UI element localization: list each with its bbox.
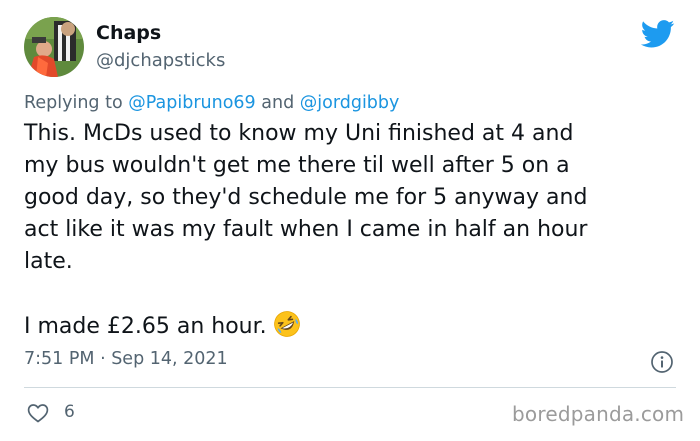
mention-link-1[interactable]: @Papibruno69 <box>128 93 255 113</box>
display-name[interactable]: Chaps <box>96 22 161 44</box>
tweet-card: Chaps @djchapsticks Replying to @Papibru… <box>0 0 700 441</box>
mention-link-2[interactable]: @jordgibby <box>300 93 400 113</box>
boredpanda-watermark: boredpanda.com <box>512 402 685 426</box>
avatar[interactable] <box>24 17 84 77</box>
tweet-text-paragraph-1: This. McDs used to know my Uni finished … <box>24 121 588 274</box>
replying-to-prefix: Replying to <box>24 93 123 113</box>
info-icon[interactable] <box>650 350 674 374</box>
divider <box>24 387 676 388</box>
replying-to-conjunction: and <box>261 93 295 113</box>
like-count: 6 <box>64 402 75 422</box>
heart-icon[interactable] <box>26 401 50 425</box>
tweet-text-paragraph-2: I made £2.65 an hour. <box>24 314 267 339</box>
tweet-text-paragraph-2-row: I made £2.65 an hour. <box>24 310 301 343</box>
twitter-bird-icon[interactable] <box>641 20 675 48</box>
avatar-photo <box>24 17 84 77</box>
user-handle[interactable]: @djchapsticks <box>96 50 225 71</box>
tweet-timestamp[interactable]: 7:51 PM · Sep 14, 2021 <box>24 349 228 369</box>
rolling-on-floor-laughing-emoji-icon <box>273 311 300 337</box>
replying-to-line: Replying to @Papibruno69 and @jordgibby <box>24 93 399 113</box>
